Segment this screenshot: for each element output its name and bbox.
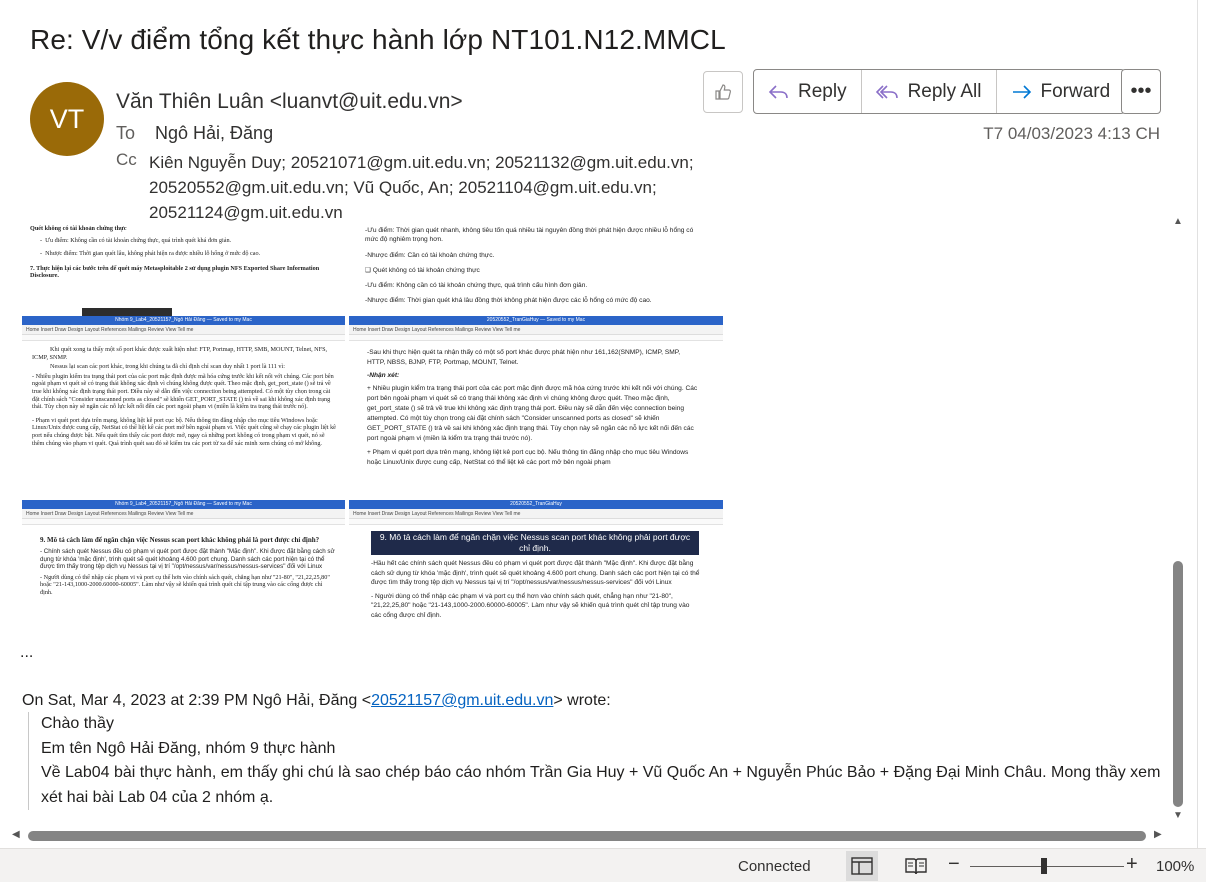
- embedded-image-right-top: -Ưu điểm: Thời gian quét nhanh, không ti…: [349, 222, 723, 316]
- word-ribbon: Home Insert Draw Design Layout Reference…: [22, 325, 345, 335]
- message-subject: Re: V/v điểm tổng kết thực hành lớp NT10…: [30, 24, 726, 55]
- sender-avatar[interactable]: VT: [30, 82, 104, 156]
- doc-bullet: - Nhược điểm: Thời gian quét lâu, không …: [40, 250, 261, 258]
- reply-label: Reply: [798, 80, 847, 102]
- quote-header: On Sat, Mar 4, 2023 at 2:39 PM Ngô Hải, …: [22, 692, 611, 710]
- doc-paragraph: -Nhận xét:: [367, 372, 400, 379]
- like-button[interactable]: [703, 71, 743, 113]
- word-title-bar: 20520552_TranGiaHuy: [349, 500, 723, 509]
- doc-paragraph: -Hầu hết các chính sách quét Nessus đều …: [371, 560, 700, 586]
- word-ribbon: Home Insert Draw Design Layout Reference…: [349, 325, 723, 335]
- quote-header-suffix: > wrote:: [553, 692, 611, 709]
- word-ruler: [349, 519, 723, 525]
- reply-all-label: Reply All: [907, 80, 982, 102]
- zoom-slider-thumb[interactable]: [1041, 858, 1047, 874]
- message-date: T7 04/03/2023 4:13 CH: [983, 124, 1160, 143]
- embedded-image-right-bot: 20520552_TranGiaHuy Home Insert Draw Des…: [349, 500, 723, 641]
- quote-header-prefix: On Sat, Mar 4, 2023 at 2:39 PM Ngô Hải, …: [22, 692, 372, 709]
- doc-paragraph: - Phạm vi quét port dựa trên mạng, không…: [32, 416, 336, 447]
- connection-status: Connected: [738, 858, 811, 875]
- word-title-bar: Nhóm 9_Lab4_20521157_Ngô Hải Đăng — Save…: [22, 316, 345, 325]
- embedded-image-left-bot: Nhóm 9_Lab4_20521157_Ngô Hải Đăng — Save…: [22, 500, 345, 641]
- quote-email-link[interactable]: 20521157@gm.uit.edu.vn: [371, 692, 553, 709]
- reply-all-button[interactable]: Reply All: [862, 70, 997, 113]
- forward-label: Forward: [1040, 80, 1111, 102]
- doc-paragraph: + Phạm vi quét port dựa trên mạng, không…: [367, 449, 689, 466]
- doc-paragraph: - Người dùng có thể nhập các phạm vi và …: [371, 592, 690, 619]
- cc-recipients[interactable]: Kiên Nguyễn Duy; 20521071@gm.uit.edu.vn;…: [149, 150, 749, 225]
- to-recipient[interactable]: Ngô Hải, Đăng: [155, 123, 273, 143]
- embedded-image-left-mid: Nhóm 9_Lab4_20521157_Ngô Hải Đăng — Save…: [22, 316, 345, 500]
- doc-paragraph: - Nhiều plugin kiểm tra trạng thái port …: [32, 372, 334, 411]
- trimmed-content-ellipsis[interactable]: ...: [20, 644, 33, 662]
- doc-line: -Nhược điểm: Cần có tài khoản chứng thực…: [365, 252, 495, 259]
- quote-line: Em tên Ngô Hải Đăng, nhóm 9 thực hành: [41, 739, 336, 757]
- pane-border: [1197, 0, 1198, 850]
- normal-view-button[interactable]: [846, 851, 878, 881]
- doc-paragraph: - Chính sách quét Nessus đều có phạm vi …: [40, 548, 335, 571]
- doc-line: -Nhược điểm: Thời gian quét khá lâu đồng…: [365, 297, 652, 304]
- word-ribbon: Home Insert Draw Design Layout Reference…: [22, 509, 345, 519]
- doc-image-strip: [82, 308, 172, 316]
- scroll-up-arrow[interactable]: ▲: [1173, 216, 1183, 227]
- zoom-slider-track[interactable]: [970, 866, 1124, 867]
- reading-view-icon: [905, 858, 927, 875]
- doc-paragraph: - Người dùng có thể nhập các phạm vi và …: [40, 573, 330, 596]
- scroll-right-arrow[interactable]: ▶: [1154, 829, 1162, 840]
- word-ribbon: Home Insert Draw Design Layout Reference…: [349, 509, 723, 519]
- sender-name[interactable]: Văn Thiên Luân <luanvt@uit.edu.vn>: [116, 90, 463, 114]
- doc-heading: 9. Mô tả cách làm để ngăn chặn việc Ness…: [40, 536, 320, 544]
- doc-step: 7. Thực hiện lại các bước trên để quét m…: [30, 264, 320, 280]
- doc-heading-highlight: 9. Mô tả cách làm để ngăn chặn việc Ness…: [371, 531, 699, 555]
- embedded-image-left-top: Quét không có tài khoản chứng thực - Ưu …: [22, 222, 345, 316]
- response-button-group: Reply Reply All Forward: [753, 69, 1126, 114]
- to-row: To Ngô Hải, Đăng: [116, 123, 273, 144]
- doc-line: ❑ Quét không có tài khoản chứng thực: [365, 267, 480, 274]
- forward-button[interactable]: Forward: [997, 70, 1125, 113]
- to-label: To: [116, 123, 136, 143]
- more-actions-button[interactable]: •••: [1121, 69, 1161, 114]
- horizontal-scroll-thumb[interactable]: [28, 831, 1146, 841]
- doc-paragraph: -Sau khi thực hiện quét ta nhận thấy có …: [367, 349, 681, 366]
- doc-heading: Quét không có tài khoản chứng thực: [30, 225, 127, 232]
- cc-label: Cc: [116, 150, 137, 169]
- doc-bullet: - Ưu điểm: Không cần có tài khoản chứng …: [40, 236, 232, 244]
- reading-view-button[interactable]: [900, 851, 932, 881]
- embedded-image-right-mid: 20520552_TranGiaHuy — Saved to my Mac Ho…: [349, 316, 723, 500]
- word-ruler: [22, 519, 345, 525]
- doc-paragraph: Khi quét xong ta thấy một số port khác đ…: [32, 346, 328, 361]
- doc-paragraph: Nessus lại scan các port khác, trong khi…: [50, 363, 285, 371]
- normal-view-icon: [851, 857, 873, 875]
- doc-line: -Ưu điểm: Thời gian quét nhanh, không ti…: [365, 227, 694, 243]
- doc-paragraph: + Nhiều plugin kiểm tra trạng thái port …: [367, 385, 698, 442]
- zoom-out-button[interactable]: −: [948, 853, 960, 876]
- reply-button[interactable]: Reply: [754, 70, 862, 113]
- reading-pane: Re: V/v điểm tổng kết thực hành lớp NT10…: [0, 0, 1206, 882]
- quote-line: Chào thầy: [41, 715, 114, 732]
- status-bar: Connected − + 100%: [0, 848, 1206, 882]
- vertical-scroll-thumb[interactable]: [1173, 561, 1183, 807]
- quote-line: Về Lab04 bài thực hành, em thấy ghi chú …: [41, 764, 1161, 806]
- word-title-bar: Nhóm 9_Lab4_20521157_Ngô Hải Đăng — Save…: [22, 500, 345, 509]
- reply-all-icon: [875, 84, 898, 99]
- doc-line: -Ưu điểm: Không cần có tài khoản chứng t…: [365, 282, 588, 289]
- zoom-level[interactable]: 100%: [1156, 858, 1194, 875]
- reply-icon: [768, 84, 788, 99]
- word-title-bar: 20520552_TranGiaHuy — Saved to my Mac: [349, 316, 723, 325]
- thumbs-up-icon: [715, 84, 731, 100]
- word-ruler: [22, 335, 345, 341]
- scroll-down-arrow[interactable]: ▼: [1173, 810, 1183, 821]
- quoted-message: Chào thầy Em tên Ngô Hải Đăng, nhóm 9 th…: [28, 712, 1163, 810]
- forward-icon: [1012, 84, 1031, 99]
- zoom-in-button[interactable]: +: [1126, 853, 1138, 876]
- word-ruler: [349, 335, 723, 341]
- more-icon: •••: [1130, 80, 1152, 102]
- scroll-left-arrow[interactable]: ◀: [12, 829, 20, 840]
